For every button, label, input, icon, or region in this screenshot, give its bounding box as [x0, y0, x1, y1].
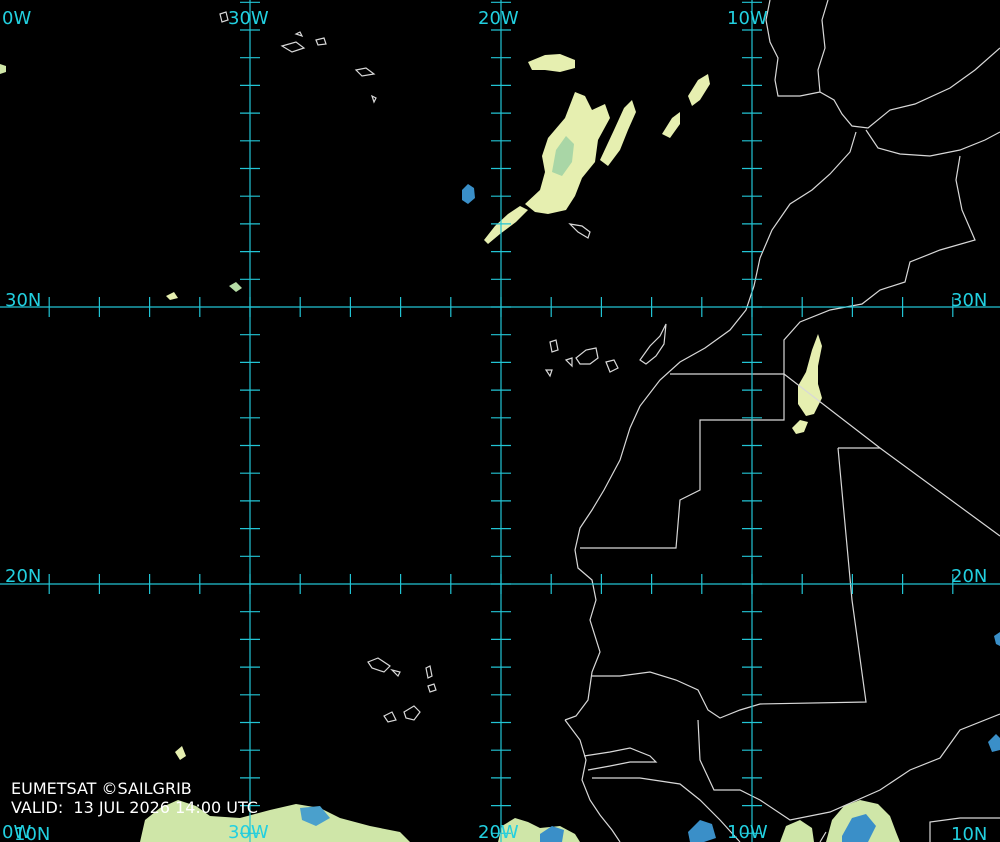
label-lon-30w-bottom: 30W [228, 822, 269, 842]
satellite-map: 0W 30W 20W 10W 30N 30N 20N 20N 0W 30W 20… [0, 0, 1000, 842]
label-lon-10w-bottom: 10W [727, 822, 768, 842]
credit-source: EUMETSAT ©SAILGRIB [11, 779, 192, 798]
label-lat-10n-left: 10N [14, 824, 50, 842]
label-lon-40w-top: 0W [2, 8, 31, 29]
label-lat-20n-right: 20N [951, 566, 987, 587]
map-background [0, 0, 1000, 842]
label-lon-10w-top: 10W [727, 8, 768, 29]
label-lon-20w-top: 20W [478, 8, 519, 29]
label-lon-30w-top: 30W [228, 8, 269, 29]
label-lat-30n-left: 30N [5, 290, 41, 311]
label-lon-20w-bottom: 20W [478, 822, 519, 842]
label-lat-30n-right: 30N [951, 290, 987, 311]
credit-valid-time: VALID: 13 JUL 2026 14:00 UTC [11, 798, 258, 817]
label-lat-10n-right: 10N [951, 824, 987, 842]
label-lat-20n-left: 20N [5, 566, 41, 587]
